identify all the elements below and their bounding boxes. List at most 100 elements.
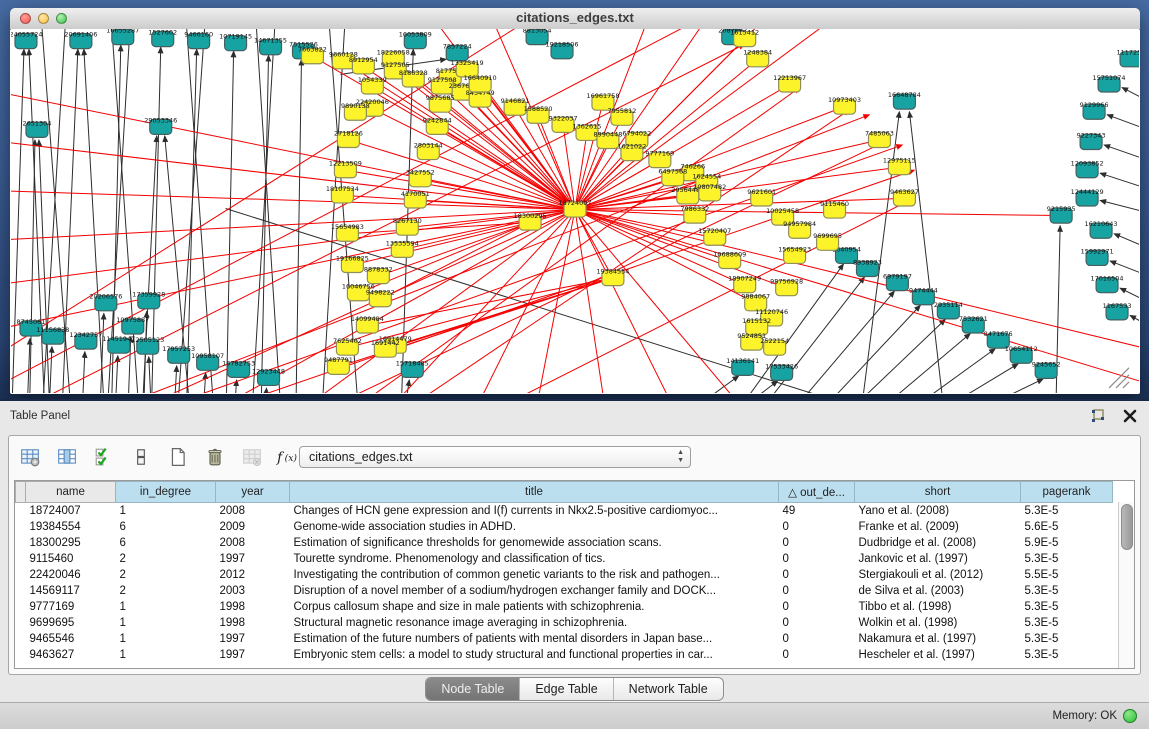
graph-edge[interactable] [1100,200,1139,215]
table-row[interactable]: 1456911722003Disruption of a novel membe… [16,583,1113,599]
graph-edge[interactable] [11,140,575,210]
table-cell[interactable]: 1 [116,631,216,647]
table-cell[interactable]: 1998 [216,615,290,631]
graph-edge[interactable] [868,349,995,393]
graph-edge[interactable] [700,381,778,393]
table-cell[interactable]: 18300295 [26,535,116,551]
table-cell[interactable]: 5.3E-5 [1021,599,1113,615]
close-panel-icon[interactable] [1121,407,1139,425]
table-cell[interactable]: 5.3E-5 [1021,583,1113,599]
table-cell[interactable]: 19384554 [26,519,116,535]
table-cell[interactable]: 0 [779,519,855,535]
table-cell[interactable]: Changes of HCN gene expression and I(f) … [290,503,779,520]
table-cell[interactable]: 1 [116,615,216,631]
graph-edge[interactable] [256,29,283,393]
table-cell[interactable]: 5.3E-5 [1021,631,1113,647]
tab-node-table[interactable]: Node Table [426,678,519,700]
graph-edge[interactable] [844,334,971,393]
graph-edge[interactable] [295,59,301,393]
table-mode-button[interactable] [17,445,43,471]
table-cell[interactable]: 6 [116,535,216,551]
graph-edge[interactable] [460,209,575,393]
table-row[interactable]: 1830029562008Estimation of significance … [16,535,1113,551]
table-cell[interactable]: Corpus callosum shape and size in male p… [290,599,779,615]
table-cell[interactable]: 2009 [216,519,290,535]
column-header-year[interactable]: year [216,482,290,503]
table-cell[interactable]: 0 [779,647,855,663]
table-cell[interactable]: Investigating the contribution of common… [290,567,779,583]
table-cell[interactable]: 1997 [216,647,290,663]
table-row[interactable]: 911546021997Tourette syndrome. Phenomeno… [16,551,1113,567]
graph-edge[interactable] [26,339,30,393]
table-cell[interactable]: 22420046 [26,567,116,583]
table-cell[interactable]: Estimation of significance thresholds fo… [290,535,779,551]
graph-edge[interactable] [173,366,177,393]
table-row[interactable]: 946362711997Embryonic stem cells: a mode… [16,647,1113,663]
table-cell[interactable]: 2003 [216,583,290,599]
table-cell[interactable]: 1 [116,599,216,615]
table-cell[interactable]: 5.9E-5 [1021,535,1113,551]
table-cell[interactable]: 0 [779,551,855,567]
network-canvas[interactable]: 1872400724055724206914061065528715276029… [11,29,1139,393]
scrollbar-thumb[interactable] [1121,504,1133,550]
table-cell[interactable]: 5.3E-5 [1021,647,1113,663]
table-cell[interactable]: 1998 [216,599,290,615]
show-columns-button[interactable] [54,445,80,471]
table-cell[interactable]: 0 [779,599,855,615]
delete-column-button[interactable] [202,445,228,471]
table-cell[interactable]: 1997 [216,551,290,567]
table-cell[interactable]: Nakamura et al. (1997) [855,631,1021,647]
table-cell[interactable]: 0 [779,631,855,647]
select-all-button[interactable] [91,445,117,471]
memory-ok-icon[interactable] [1123,709,1137,723]
window-titlebar[interactable]: citations_edges.txt [10,8,1140,30]
table-cell[interactable]: 9115460 [26,551,116,567]
column-header-short[interactable]: short [855,482,1021,503]
table-cell[interactable]: 2008 [216,503,290,520]
graph-edge[interactable] [226,51,234,393]
graph-edge[interactable] [1114,234,1139,253]
table-cell[interactable]: 5.6E-5 [1021,519,1113,535]
graph-edge[interactable] [39,140,51,393]
graph-edge[interactable] [29,140,35,393]
table-cell[interactable]: Tibbo et al. (1998) [855,599,1021,615]
table-cell[interactable]: Dudbridge et al. (2008) [855,535,1021,551]
table-cell[interactable]: 2 [116,551,216,567]
table-cell[interactable]: 0 [779,615,855,631]
column-header-pagerank[interactable]: pagerank [1021,482,1113,503]
table-vertical-scrollbar[interactable] [1118,502,1134,668]
table-cell[interactable]: 6 [116,519,216,535]
column-header-in-degree[interactable]: in_degree [116,482,216,503]
float-panel-icon[interactable] [1089,407,1107,425]
table-cell[interactable]: 9777169 [26,599,116,615]
graph-edge[interactable] [263,388,267,393]
tab-edge-table[interactable]: Edge Table [519,678,612,700]
graph-edge[interactable] [1104,145,1139,164]
table-cell[interactable]: Hescheler et al. (1997) [855,647,1021,663]
graph-edge[interactable] [916,379,1043,393]
table-row[interactable]: 946554611997Estimation of the future num… [16,631,1113,647]
graph-edge[interactable] [81,352,85,393]
table-cell[interactable]: 14569117 [26,583,116,599]
table-cell[interactable]: 5.3E-5 [1021,503,1113,520]
table-row[interactable]: 969969511998Structural magnetic resonanc… [16,615,1113,631]
table-cell[interactable]: 0 [779,583,855,599]
table-cell[interactable]: 2 [116,567,216,583]
table-cell[interactable]: Yano et al. (2008) [855,503,1021,520]
graph-edge[interactable] [11,89,575,209]
table-cell[interactable]: 0 [779,567,855,583]
graph-edge[interactable] [1107,115,1139,134]
table-row[interactable]: 1938455462009Genome-wide association stu… [16,519,1113,535]
table-cell[interactable]: Tourette syndrome. Phenomenology and cla… [290,551,779,567]
table-cell[interactable]: 1 [116,503,216,520]
graph-edge[interactable] [1130,315,1139,331]
table-cell[interactable]: 5.3E-5 [1021,615,1113,631]
table-cell[interactable]: Disruption of a novel member of a sodium… [290,583,779,599]
table-cell[interactable]: 2012 [216,567,290,583]
table-cell[interactable]: 5.3E-5 [1021,551,1113,567]
tab-network-table[interactable]: Network Table [613,678,723,700]
graph-edge[interactable] [819,319,946,393]
new-column-button[interactable] [165,445,191,471]
table-cell[interactable]: 9699695 [26,615,116,631]
table-row[interactable]: 977716911998Corpus callosum shape and si… [16,599,1113,615]
